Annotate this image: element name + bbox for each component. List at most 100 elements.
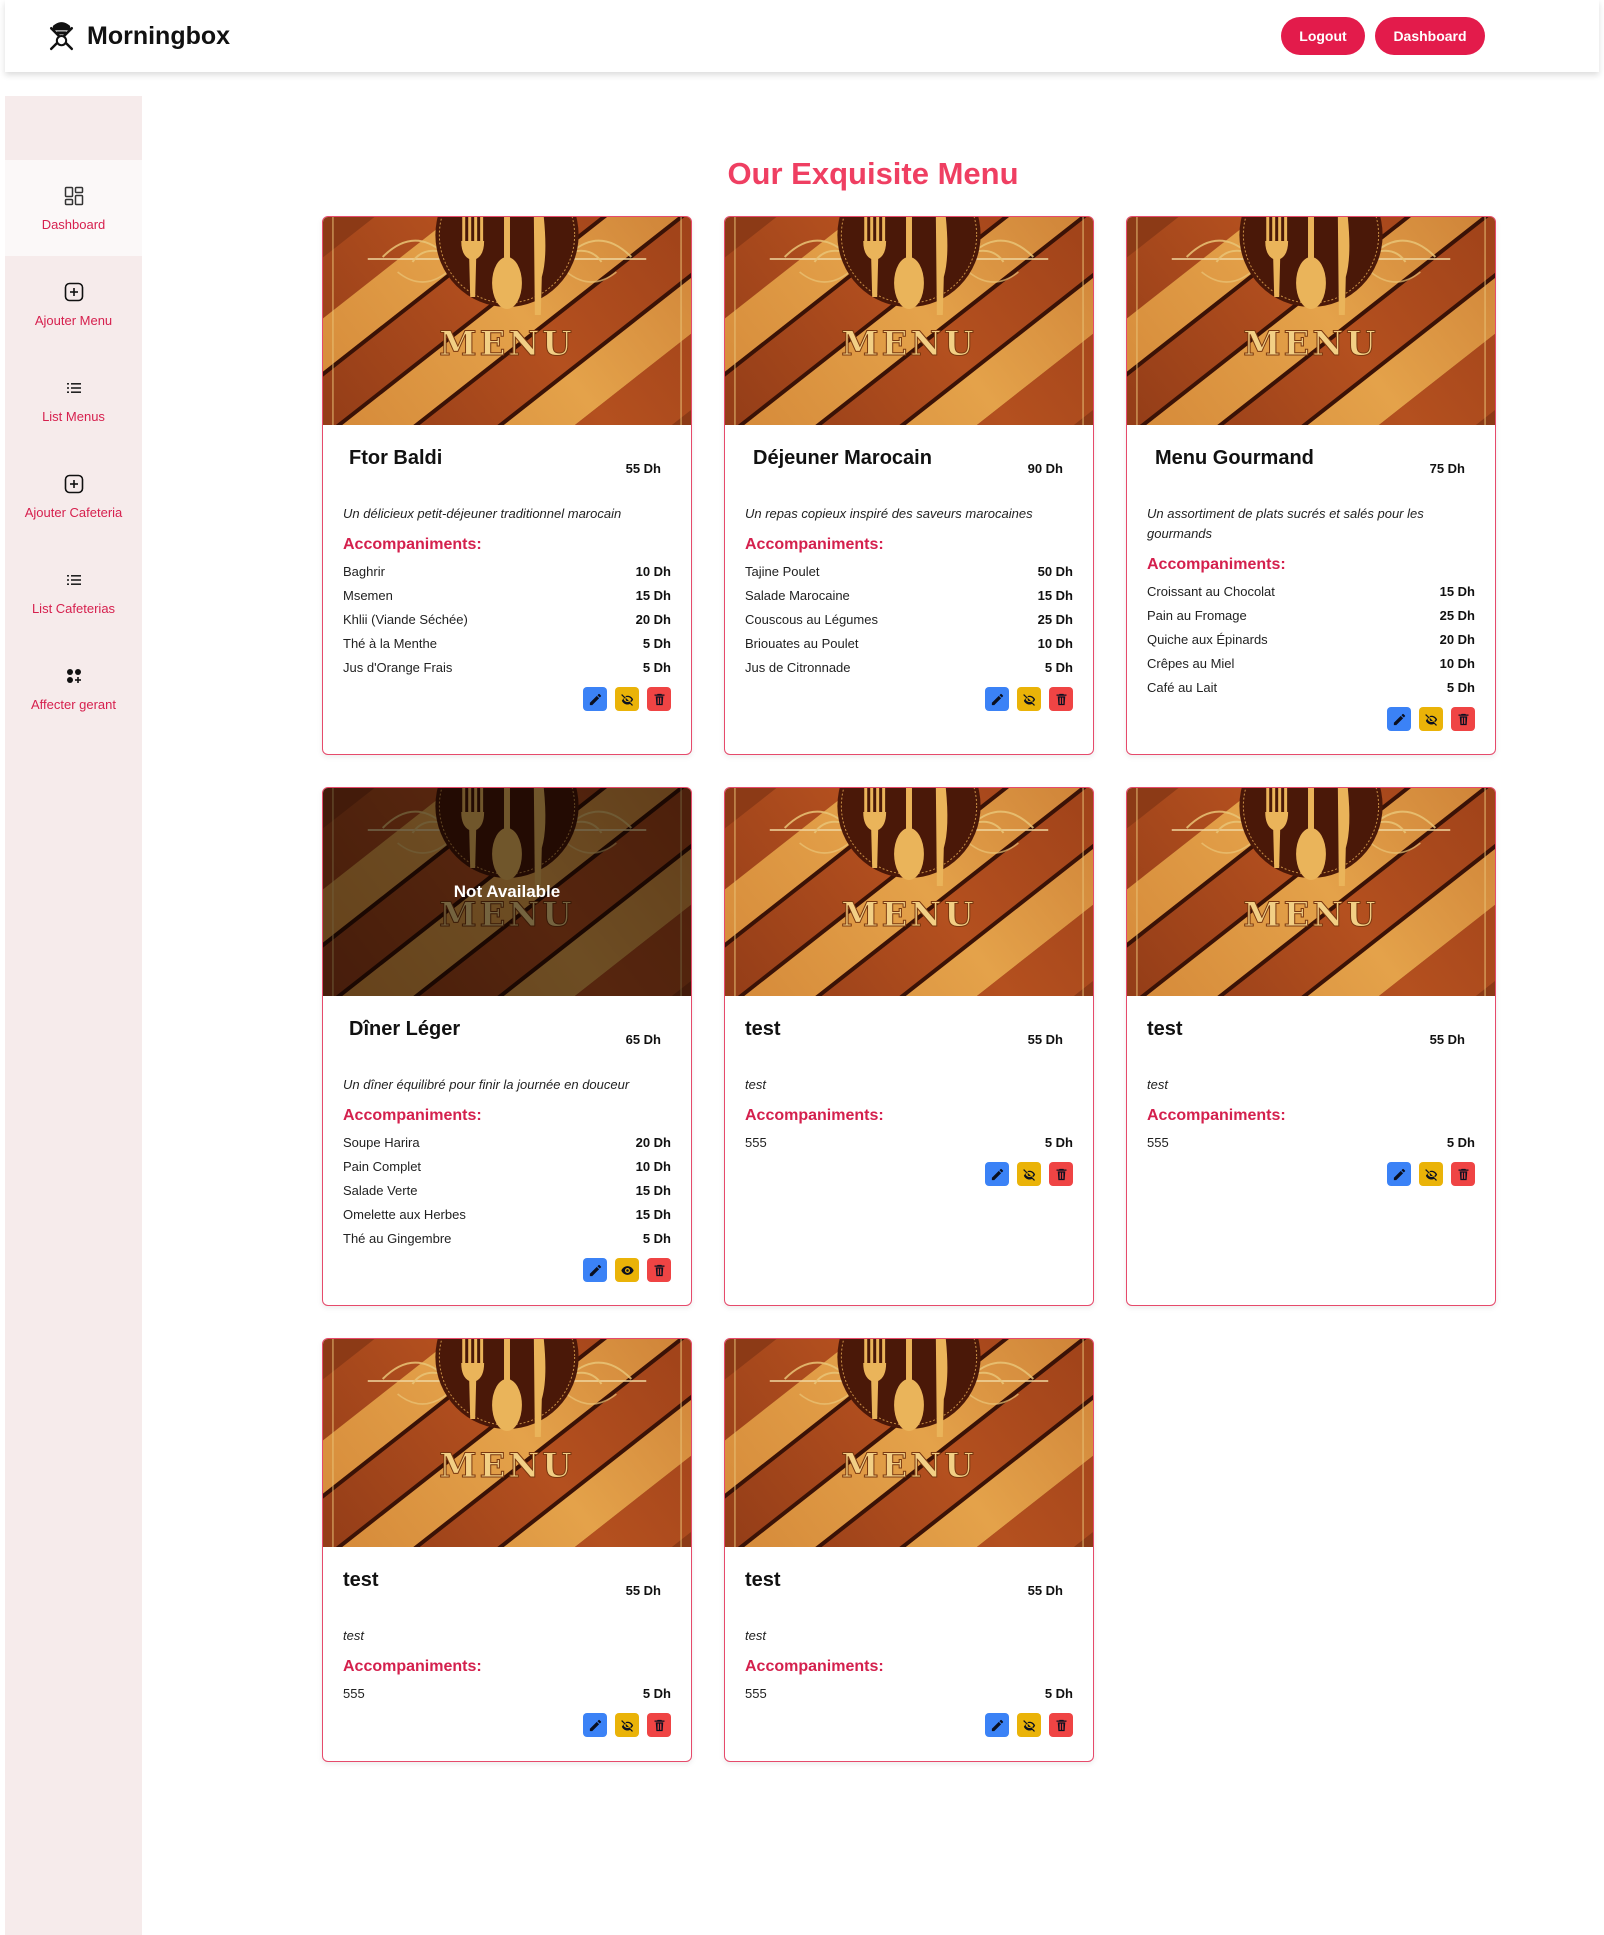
item-name: Khlii (Viande Séchée) <box>343 611 468 627</box>
menu-card-body: test 55 Dh test Accompaniments: 555 5 Dh <box>323 1547 691 1755</box>
plus-square-icon <box>64 474 83 494</box>
menu-name: Déjeuner Marocain <box>753 447 932 469</box>
accompaniments-title: Accompaniments: <box>745 536 884 553</box>
trash-icon <box>652 1263 667 1278</box>
eye-off-icon <box>1424 712 1439 727</box>
list-item: Msemen 15 Dh <box>343 583 671 607</box>
item-price: 10 Dh <box>1439 655 1475 671</box>
card-actions <box>343 1258 671 1282</box>
menu-card-body: Déjeuner Marocain 90 Dh Un repas copieux… <box>725 425 1093 729</box>
eye-off-icon <box>1022 1167 1037 1182</box>
accompaniments-list: 555 5 Dh <box>745 1130 1073 1154</box>
edit-button[interactable] <box>985 687 1009 711</box>
menu-cover-image <box>323 217 691 425</box>
menu-name: test <box>343 1569 379 1591</box>
menu-card-body: test 55 Dh test Accompaniments: 555 5 Dh <box>725 1547 1093 1755</box>
toggle-visibility-button[interactable] <box>1017 687 1041 711</box>
delete-button[interactable] <box>647 687 671 711</box>
not-available-overlay: Not Available <box>323 788 691 996</box>
logout-button[interactable]: Logout <box>1281 17 1365 55</box>
edit-button[interactable] <box>985 1713 1009 1737</box>
accompaniments-title: Accompaniments: <box>343 1107 482 1124</box>
item-name: Thé à la Menthe <box>343 635 437 651</box>
menu-card: test 55 Dh test Accompaniments: 555 5 Dh <box>724 787 1094 1306</box>
sidebar-item-label: List Menus <box>42 409 105 424</box>
item-price: 25 Dh <box>1439 607 1475 623</box>
toggle-visibility-button[interactable] <box>1017 1713 1041 1737</box>
menu-card-body: test 55 Dh test Accompaniments: 555 5 Dh <box>725 996 1093 1204</box>
menu-card: Ftor Baldi 55 Dh Un délicieux petit-déje… <box>322 216 692 755</box>
list-item: Crêpes au Miel 10 Dh <box>1147 651 1475 675</box>
menu-card: Déjeuner Marocain 90 Dh Un repas copieux… <box>724 216 1094 755</box>
sidebar-item-affecter-gerant[interactable]: Affecter gerant <box>5 640 142 736</box>
menu-image <box>1127 217 1495 425</box>
edit-button[interactable] <box>1387 707 1411 731</box>
trash-icon <box>652 1718 667 1733</box>
delete-button[interactable] <box>1049 687 1073 711</box>
card-actions <box>745 687 1073 711</box>
sidebar-item-list-menus[interactable]: List Menus <box>5 352 142 448</box>
accompaniments-title: Accompaniments: <box>1147 556 1286 573</box>
menu-description: test <box>343 1628 364 1643</box>
menu-description: Un repas copieux inspiré des saveurs mar… <box>745 506 1033 521</box>
menu-card: test 55 Dh test Accompaniments: 555 5 Dh <box>724 1338 1094 1762</box>
delete-button[interactable] <box>1451 1162 1475 1186</box>
edit-button[interactable] <box>583 1713 607 1737</box>
toggle-visibility-button[interactable] <box>1419 707 1443 731</box>
menu-price: 55 Dh <box>625 1583 661 1598</box>
apps-add-icon <box>66 669 81 683</box>
accompaniments-list: 555 5 Dh <box>745 1681 1073 1705</box>
list-item: Jus de Citronnade 5 Dh <box>745 655 1073 679</box>
list-item: Khlii (Viande Séchée) 20 Dh <box>343 607 671 631</box>
item-name: Omelette aux Herbes <box>343 1206 466 1222</box>
accompaniments-title: Accompaniments: <box>343 536 482 553</box>
dashboard-button[interactable]: Dashboard <box>1375 17 1485 55</box>
menu-image: Not Available <box>323 788 691 996</box>
list-item: Briouates au Poulet 10 Dh <box>745 631 1073 655</box>
trash-icon <box>1456 1167 1471 1182</box>
pencil-icon <box>588 1718 603 1733</box>
accompaniments-list: 555 5 Dh <box>343 1681 671 1705</box>
item-name: Quiche aux Épinards <box>1147 631 1268 647</box>
sidebar-item-ajouter-cafeteria[interactable]: Ajouter Cafeteria <box>5 448 142 544</box>
item-name: 555 <box>343 1685 365 1701</box>
delete-button[interactable] <box>1451 707 1475 731</box>
list-item: Café au Lait 5 Dh <box>1147 675 1475 699</box>
toggle-visibility-button[interactable] <box>1419 1162 1443 1186</box>
toggle-visibility-button[interactable] <box>615 687 639 711</box>
sidebar-item-label: Dashboard <box>41 217 106 232</box>
sidebar-item-dashboard[interactable]: Dashboard <box>5 160 142 256</box>
brand[interactable]: Morningbox <box>45 20 230 53</box>
item-price: 20 Dh <box>635 1134 671 1150</box>
item-name: Crêpes au Miel <box>1147 655 1235 671</box>
trash-icon <box>1054 1718 1069 1733</box>
toggle-visibility-button[interactable] <box>1017 1162 1041 1186</box>
toggle-visibility-button[interactable] <box>615 1258 639 1282</box>
item-price: 15 Dh <box>635 1206 671 1222</box>
pencil-icon <box>1392 712 1407 727</box>
item-name: Jus d'Orange Frais <box>343 659 453 675</box>
list-item: Soupe Harira 20 Dh <box>343 1130 671 1154</box>
sidebar-item-list-cafeterias[interactable]: List Cafeterias <box>5 544 142 640</box>
trash-icon <box>1054 692 1069 707</box>
item-price: 25 Dh <box>1037 611 1073 627</box>
delete-button[interactable] <box>1049 1713 1073 1737</box>
card-actions <box>745 1713 1073 1737</box>
edit-button[interactable] <box>985 1162 1009 1186</box>
dashboard-grid-icon <box>64 186 83 206</box>
item-name: Croissant au Chocolat <box>1147 583 1275 599</box>
delete-button[interactable] <box>647 1258 671 1282</box>
sidebar-item-label: Ajouter Cafeteria <box>24 505 123 520</box>
toggle-visibility-button[interactable] <box>615 1713 639 1737</box>
item-price: 5 Dh <box>1446 679 1475 695</box>
edit-button[interactable] <box>583 1258 607 1282</box>
card-actions <box>1147 1162 1475 1186</box>
delete-button[interactable] <box>647 1713 671 1737</box>
delete-button[interactable] <box>1049 1162 1073 1186</box>
page-title: Our Exquisite Menu <box>727 156 1019 191</box>
list-item: Croissant au Chocolat 15 Dh <box>1147 579 1475 603</box>
edit-button[interactable] <box>1387 1162 1411 1186</box>
chef-logo-icon <box>49 21 74 50</box>
sidebar-item-ajouter-menu[interactable]: Ajouter Menu <box>5 256 142 352</box>
edit-button[interactable] <box>583 687 607 711</box>
